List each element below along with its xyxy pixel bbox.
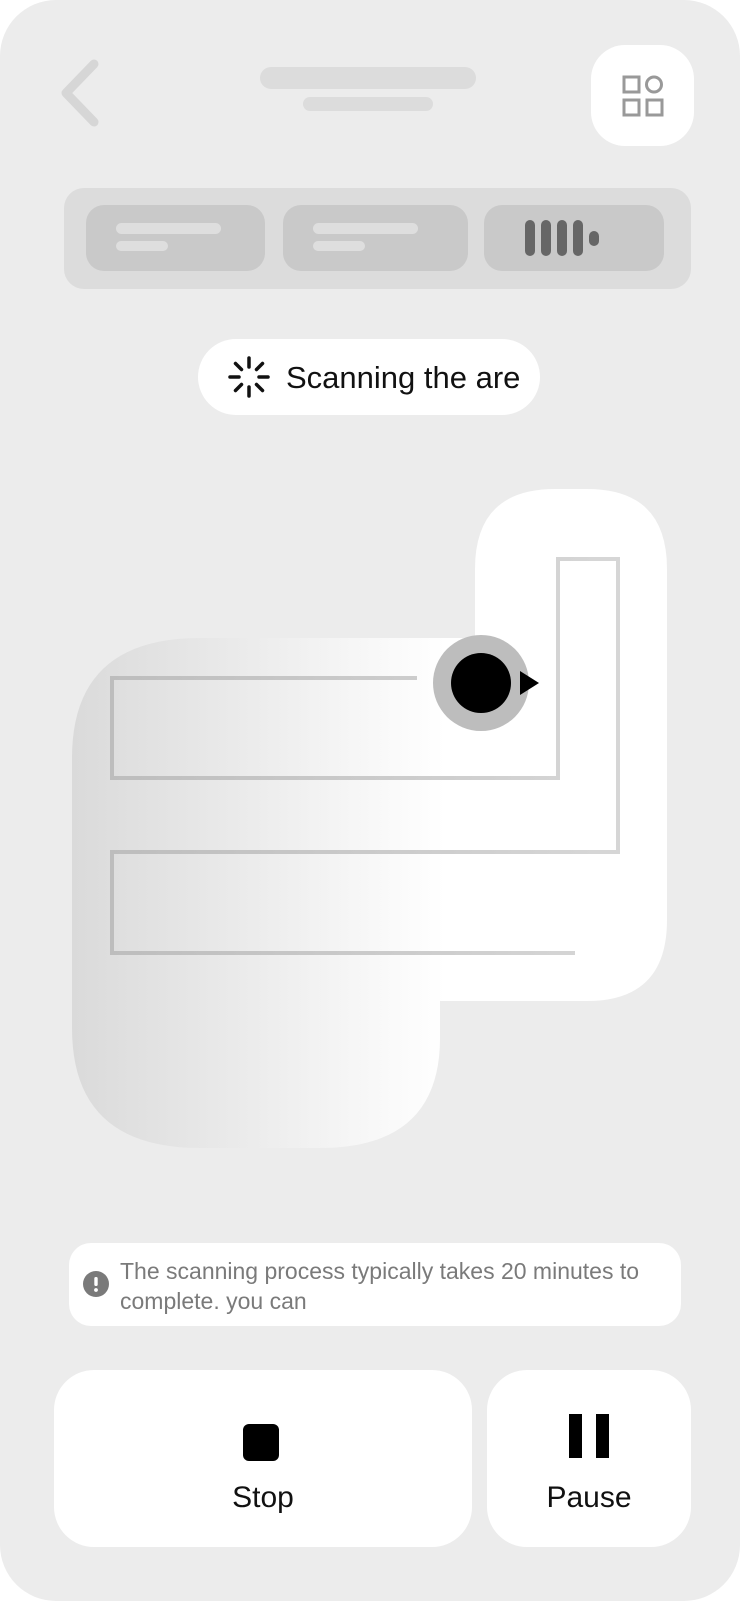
info-text: The scanning process typically takes 20 … — [120, 1258, 640, 1314]
mode-selector — [64, 188, 691, 289]
phone-screen: Scanning the are The scanning process ty… — [0, 0, 740, 1601]
pause-label: Pause — [546, 1481, 632, 1514]
title-placeholder — [260, 67, 476, 89]
tab-sublabel-placeholder — [313, 241, 365, 251]
grid-icon — [622, 75, 664, 117]
exclamation-circle-icon — [83, 1271, 109, 1297]
pause-button[interactable]: Pause — [487, 1370, 691, 1547]
stop-icon — [243, 1424, 279, 1461]
mode-tab-1[interactable] — [86, 205, 265, 271]
subtitle-placeholder — [303, 97, 433, 111]
chevron-left-icon — [61, 59, 99, 127]
back-button[interactable] — [56, 58, 106, 128]
scan-map — [72, 489, 667, 1148]
loading-spinner-icon — [228, 356, 270, 398]
tab-sublabel-placeholder — [116, 241, 168, 251]
scan-status-text: Scanning the are — [286, 360, 521, 395]
stop-label: Stop — [232, 1481, 294, 1514]
info-card: The scanning process typically takes 20 … — [69, 1243, 681, 1326]
pause-icon — [569, 1414, 609, 1458]
robot-vacuum-icon — [433, 635, 529, 731]
mode-tab-2[interactable] — [283, 205, 468, 271]
tab-label-placeholder — [116, 223, 221, 234]
map-floor — [72, 489, 667, 1148]
tab-label-placeholder — [313, 223, 418, 234]
scan-status: Scanning the are — [198, 339, 540, 415]
sound-wave-icon — [525, 220, 599, 256]
mode-tab-3[interactable] — [484, 205, 664, 271]
menu-button[interactable] — [591, 45, 694, 146]
stop-button[interactable]: Stop — [54, 1370, 472, 1547]
